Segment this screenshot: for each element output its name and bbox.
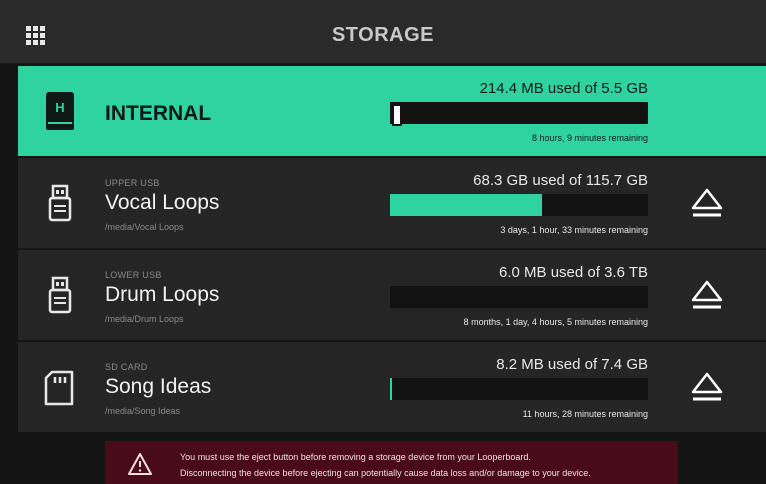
usage-text: 68.3 GB used of 115.7 GB — [473, 172, 648, 189]
eject-icon[interactable] — [690, 370, 724, 404]
usage-text: 214.4 MB used of 5.5 GB — [479, 80, 648, 97]
device-name: INTERNAL — [105, 102, 212, 125]
sd-card-icon — [44, 370, 74, 406]
page-title: STORAGE — [331, 24, 435, 46]
device-location: SD CARD — [105, 362, 148, 372]
usage-text: 6.0 MB used of 3.6 TB — [499, 264, 648, 281]
usage-bar-fill — [390, 194, 543, 216]
top-bar: STORAGE — [0, 0, 766, 64]
device-location: UPPER USB — [105, 178, 160, 188]
usage-bar — [390, 102, 648, 126]
device-name: Drum Loops — [105, 283, 220, 306]
eject-icon[interactable] — [690, 278, 724, 312]
device-path: /media/Song Ideas — [105, 406, 181, 416]
warning-triangle-icon — [128, 453, 152, 475]
svg-text:H: H — [55, 100, 64, 115]
storage-row-upper-usb[interactable]: UPPER USB Vocal Loops /media/Vocal Loops… — [18, 158, 766, 248]
warning-text-line-1: You must use the eject button before rem… — [180, 452, 531, 462]
storage-row-lower-usb[interactable]: LOWER USB Drum Loops /media/Drum Loops 6… — [18, 250, 766, 340]
warning-text-line-2: Disconnecting the device before ejecting… — [180, 468, 591, 478]
internal-drive-icon: H — [46, 92, 74, 130]
usb-drive-icon — [48, 276, 72, 314]
remaining-time: 8 months, 1 day, 4 hours, 5 minutes rema… — [463, 317, 648, 327]
usage-bar-fill — [390, 378, 392, 400]
device-name: Vocal Loops — [105, 191, 220, 214]
remaining-time: 3 days, 1 hour, 33 minutes remaining — [500, 225, 648, 235]
remaining-time: 8 hours, 9 minutes remaining — [531, 133, 648, 143]
device-location: LOWER USB — [105, 270, 162, 280]
device-path: /media/Vocal Loops — [105, 222, 184, 232]
eject-warning-banner: You must use the eject button before rem… — [105, 441, 678, 484]
usage-bar — [390, 378, 648, 400]
usage-bar-fill — [392, 104, 403, 126]
remaining-time: 11 hours, 28 minutes remaining — [522, 409, 648, 419]
device-path: /media/Drum Loops — [105, 314, 184, 324]
usage-text: 8.2 MB used of 7.4 GB — [496, 356, 648, 373]
storage-row-internal[interactable]: H INTERNAL 214.4 MB used of 5.5 GB 8 hou… — [18, 66, 766, 156]
storage-row-sd-card[interactable]: SD CARD Song Ideas /media/Song Ideas 8.2… — [18, 342, 766, 432]
device-name: Song Ideas — [105, 375, 212, 398]
usb-drive-icon — [48, 184, 72, 222]
usage-bar — [390, 286, 648, 308]
eject-icon[interactable] — [690, 186, 724, 220]
usage-bar — [390, 194, 648, 216]
